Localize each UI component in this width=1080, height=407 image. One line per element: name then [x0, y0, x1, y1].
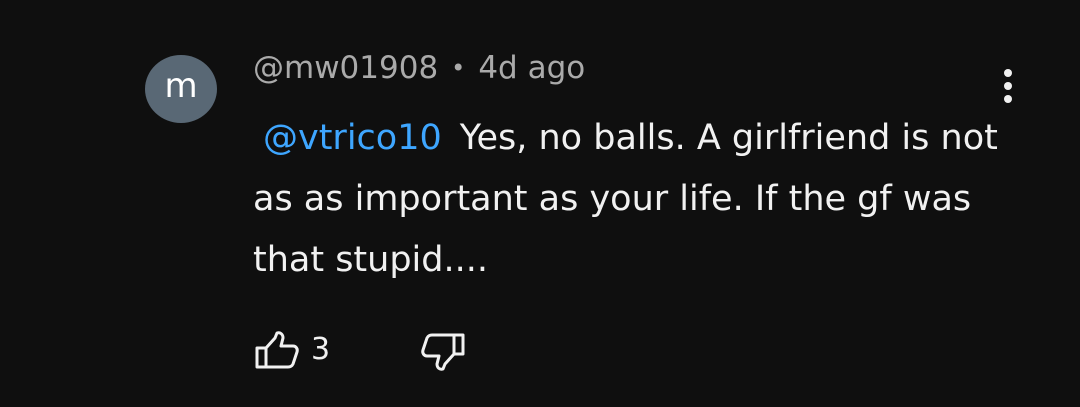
thumbs-down-icon — [421, 333, 465, 371]
more-options-button[interactable] — [992, 68, 1024, 108]
mention-link[interactable]: @vtrico10 — [253, 118, 460, 158]
comment-body: @vtrico10 Yes, no balls. A girlfriend is … — [253, 108, 1013, 291]
like-button[interactable] — [253, 330, 301, 372]
dislike-button[interactable] — [419, 330, 467, 372]
avatar[interactable]: m — [145, 55, 217, 123]
author-name[interactable]: @mw01908 — [253, 50, 438, 86]
like-count: 3 — [311, 332, 331, 367]
comment-timestamp[interactable]: 4d ago — [478, 50, 585, 86]
thumbs-up-icon — [255, 331, 299, 369]
avatar-letter: m — [164, 66, 198, 106]
comment-header: @mw01908 • 4d ago — [253, 50, 585, 86]
separator-dot: • — [451, 54, 466, 82]
comment-actions: 3 — [253, 330, 513, 372]
more-vertical-icon — [1004, 69, 1012, 103]
